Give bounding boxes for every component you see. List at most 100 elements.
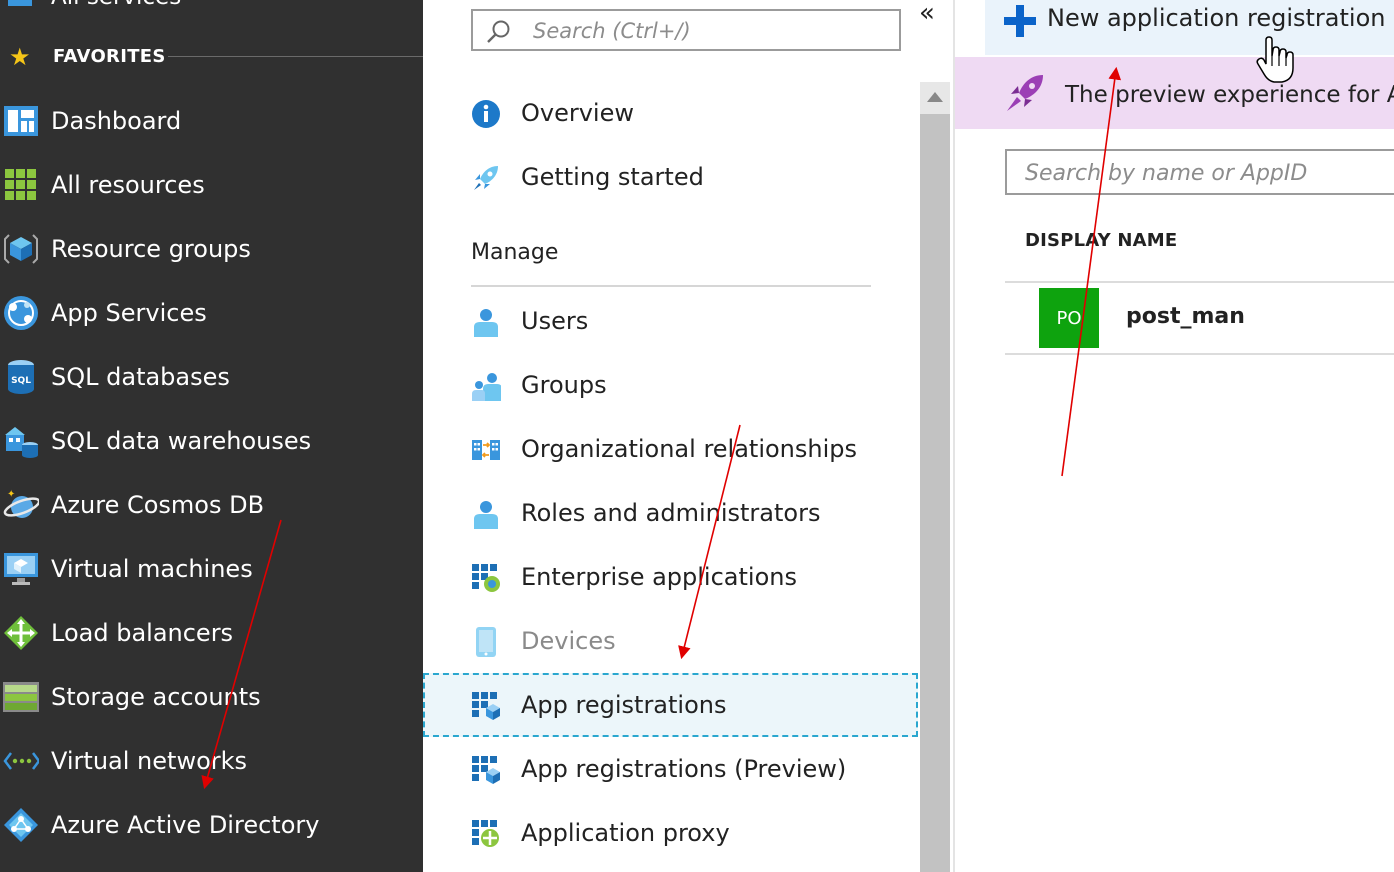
- planet-icon: ✦: [3, 487, 39, 523]
- menu-item-devices[interactable]: Devices: [423, 609, 918, 673]
- left-navigation: All services ★ FAVORITES Dashboard All r…: [0, 0, 423, 872]
- nav-item-label: Dashboard: [51, 107, 182, 135]
- nav-item-virtual-networks[interactable]: Virtual networks: [0, 729, 423, 793]
- divider: [168, 56, 423, 57]
- svg-text:✦: ✦: [7, 489, 15, 500]
- nav-item-label: Azure Cosmos DB: [51, 491, 265, 519]
- device-icon: [471, 627, 501, 657]
- menu-item-app-registrations[interactable]: App registrations: [423, 673, 918, 737]
- column-header-display-name[interactable]: DISPLAY NAME: [1025, 230, 1177, 251]
- app-search-input[interactable]: [1023, 157, 1394, 189]
- nav-item-load-balancers[interactable]: Load balancers: [0, 601, 423, 665]
- new-registration-label: New application registration: [1047, 4, 1386, 32]
- menu-item-label: Groups: [521, 371, 607, 399]
- menu-search-input[interactable]: [531, 15, 895, 47]
- table-row[interactable]: PO post_man: [1005, 283, 1394, 353]
- admin-icon: [471, 499, 501, 529]
- plus-icon: [1003, 4, 1039, 40]
- nav-item-label: App Services: [51, 299, 207, 327]
- app-reg-preview-icon: [471, 755, 501, 785]
- menu-item-app-registrations-preview[interactable]: App registrations (Preview): [423, 737, 918, 801]
- nav-item-label: SQL data warehouses: [51, 427, 312, 455]
- menu-item-label: Organizational relationships: [521, 435, 858, 463]
- monitor-icon: [3, 551, 39, 587]
- cube-icon: [3, 231, 39, 267]
- app-proxy-icon: [471, 819, 501, 849]
- menu-item-label: App registrations (Preview): [521, 755, 847, 783]
- preview-experience-banner[interactable]: The preview experience for App: [955, 57, 1394, 129]
- app-search-box: [1005, 149, 1394, 195]
- menu-item-users[interactable]: Users: [423, 289, 918, 353]
- menu-item-label: Enterprise applications: [521, 563, 797, 591]
- aad-icon: [3, 807, 39, 843]
- nav-item-label: Storage accounts: [51, 683, 261, 711]
- scroll-thumb[interactable]: [920, 114, 950, 872]
- directory-menu-panel: « Overview Getting started Manage Users …: [423, 0, 955, 872]
- nav-item-storage-accounts[interactable]: Storage accounts: [0, 665, 423, 729]
- menu-item-label: Roles and administrators: [521, 499, 821, 527]
- menu-search-box: [471, 9, 901, 51]
- nav-item-all-services[interactable]: All services: [0, 0, 423, 12]
- nav-item-sql-data-warehouses[interactable]: SQL data warehouses: [0, 409, 423, 473]
- nav-item-label: Load balancers: [51, 619, 234, 647]
- manage-section-heading: Manage: [471, 240, 559, 265]
- menu-item-label: Users: [521, 307, 589, 335]
- grid-icon: [3, 167, 39, 203]
- info-icon: [471, 99, 501, 129]
- app-initials-tile: PO: [1039, 288, 1099, 348]
- menu-item-roles-and-administrators[interactable]: Roles and administrators: [423, 481, 918, 545]
- warehouse-icon: [3, 423, 39, 459]
- nav-item-label: Virtual machines: [51, 555, 253, 583]
- nav-item-label: Azure Active Directory: [51, 811, 320, 839]
- user-icon: [471, 307, 501, 337]
- rocket-icon: [1003, 71, 1047, 115]
- menu-item-enterprise-applications[interactable]: Enterprise applications: [423, 545, 918, 609]
- list-icon: [8, 0, 38, 8]
- menu-scrollbar[interactable]: [920, 82, 950, 872]
- menu-item-overview[interactable]: Overview: [423, 81, 918, 145]
- banner-text: The preview experience for App: [1065, 82, 1394, 108]
- enterprise-app-icon: [471, 563, 501, 593]
- org-icon: [471, 435, 501, 465]
- triangle-up-icon: [927, 92, 943, 102]
- nav-item-sql-databases[interactable]: SQL SQL databases: [0, 345, 423, 409]
- divider: [471, 285, 871, 287]
- menu-item-label: Devices: [521, 627, 616, 655]
- dashboard-icon: [3, 103, 39, 139]
- app-display-name[interactable]: post_man: [1126, 283, 1245, 351]
- collapse-panel-button[interactable]: «: [919, 0, 935, 28]
- scroll-up-button[interactable]: [920, 82, 950, 112]
- menu-item-groups[interactable]: Groups: [423, 353, 918, 417]
- storage-icon: [3, 679, 39, 715]
- favorites-header: ★ FAVORITES: [0, 40, 423, 74]
- new-application-registration-button[interactable]: New application registration: [985, 0, 1394, 55]
- network-icon: [3, 743, 39, 779]
- nav-item-label: Virtual networks: [51, 747, 248, 775]
- star-icon: ★: [9, 43, 31, 71]
- app-registrations-blade: New application registration The preview…: [955, 0, 1394, 872]
- menu-item-label: Application proxy: [521, 819, 730, 847]
- menu-item-label: Overview: [521, 99, 634, 127]
- nav-item-label: SQL databases: [51, 363, 230, 391]
- nav-item-virtual-machines[interactable]: Virtual machines: [0, 537, 423, 601]
- diamond-arrows-icon: [3, 615, 39, 651]
- nav-item-app-services[interactable]: App Services: [0, 281, 423, 345]
- nav-item-dashboard[interactable]: Dashboard: [0, 89, 423, 153]
- divider: [1005, 353, 1394, 355]
- sql-icon: SQL: [3, 359, 39, 395]
- group-icon: [471, 371, 501, 401]
- svg-text:SQL: SQL: [11, 376, 31, 386]
- app-reg-icon: [471, 691, 501, 721]
- menu-item-organizational-relationships[interactable]: Organizational relationships: [423, 417, 918, 481]
- menu-item-getting-started[interactable]: Getting started: [423, 145, 918, 209]
- nav-item-azure-active-directory[interactable]: Azure Active Directory: [0, 793, 423, 857]
- nav-item-azure-cosmos-db[interactable]: ✦ Azure Cosmos DB: [0, 473, 423, 537]
- nav-item-all-resources[interactable]: All resources: [0, 153, 423, 217]
- nav-item-resource-groups[interactable]: Resource groups: [0, 217, 423, 281]
- rocket-icon: [471, 163, 501, 193]
- nav-item-label: All resources: [51, 171, 205, 199]
- search-icon: [485, 19, 511, 45]
- nav-item-label: All services: [51, 0, 181, 10]
- globe-icon: [3, 295, 39, 331]
- menu-item-application-proxy[interactable]: Application proxy: [423, 801, 918, 865]
